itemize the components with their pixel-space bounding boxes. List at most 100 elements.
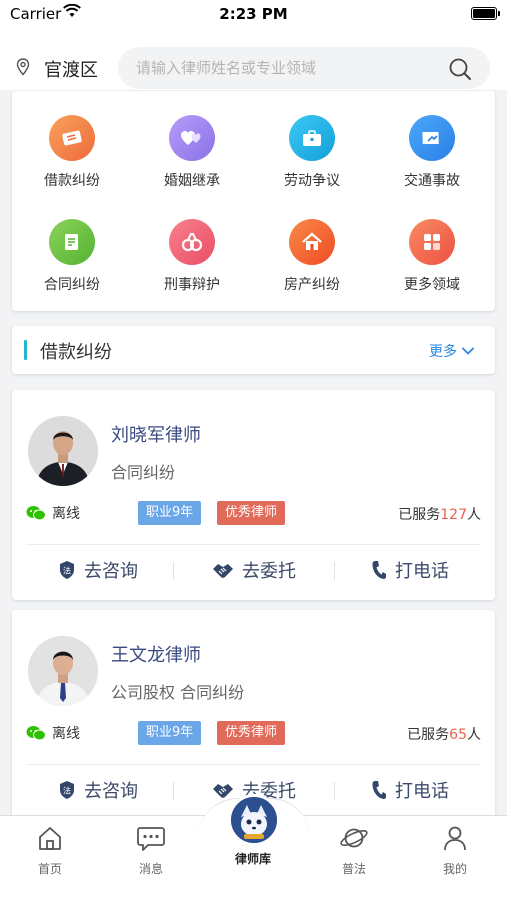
category-labor[interactable]: 劳动争议 bbox=[252, 115, 372, 190]
phone-icon bbox=[372, 781, 386, 799]
category-contract[interactable]: 合同纠纷 bbox=[12, 219, 132, 294]
served-number: 65 bbox=[449, 727, 467, 743]
section-accent-bar bbox=[24, 340, 27, 360]
served-count: 已服务65人 bbox=[407, 724, 481, 744]
avatar bbox=[28, 416, 98, 486]
call-button[interactable]: 打电话 bbox=[330, 770, 490, 810]
search-icon[interactable] bbox=[448, 57, 472, 81]
section-header: 借款纠纷 更多 bbox=[12, 326, 495, 374]
handcuffs-icon bbox=[169, 219, 215, 265]
lawyer-name[interactable]: 王文龙律师 bbox=[111, 641, 201, 667]
section-title: 借款纠纷 bbox=[40, 342, 112, 363]
district-selector[interactable]: 官渡区 bbox=[44, 56, 98, 82]
category-label: 房产纠纷 bbox=[284, 277, 340, 293]
category-marriage[interactable]: 婚姻继承 bbox=[132, 115, 252, 190]
bottom-tab-bar: 首页 消息 律师库 普法 我的 bbox=[0, 794, 507, 900]
status-label: 离线 bbox=[52, 726, 80, 742]
tab-home[interactable]: 首页 bbox=[0, 824, 100, 877]
call-label: 打电话 bbox=[395, 781, 449, 802]
wechat-icon bbox=[26, 506, 46, 521]
divider bbox=[26, 764, 481, 765]
served-prefix: 已服务 bbox=[398, 507, 441, 523]
entrust-button[interactable]: 去委托 bbox=[174, 550, 334, 590]
search-input[interactable] bbox=[136, 47, 436, 89]
loan-ticket-icon bbox=[49, 115, 95, 161]
category-property[interactable]: 房产纠纷 bbox=[252, 219, 372, 294]
category-more[interactable]: 更多领域 bbox=[372, 219, 492, 294]
online-status: 离线 bbox=[26, 503, 80, 523]
tab-law-education[interactable]: 普法 bbox=[304, 824, 404, 877]
shield-law-icon: 法 bbox=[60, 561, 74, 579]
tab-messages[interactable]: 消息 bbox=[101, 824, 201, 877]
consult-button[interactable]: 法 去咨询 bbox=[18, 550, 178, 590]
lawyer-card[interactable]: 刘晓军律师 合同纠纷 离线 职业9年 优秀律师 已服务127人 法 去咨询 去委… bbox=[12, 390, 495, 600]
served-suffix: 人 bbox=[467, 507, 481, 523]
call-label: 打电话 bbox=[395, 561, 449, 582]
avatar bbox=[28, 636, 98, 706]
category-grid: 借款纠纷 婚姻继承 劳动争议 交通事故 合同纠纷 刑事辩护 房产纠纷 更多领域 bbox=[12, 91, 495, 311]
category-loan[interactable]: 借款纠纷 bbox=[12, 115, 132, 190]
handshake-icon bbox=[213, 784, 233, 798]
briefcase-icon bbox=[289, 115, 335, 161]
status-bar: Carrier 2:23 PM bbox=[0, 0, 507, 30]
grid-more-icon bbox=[409, 219, 455, 265]
consult-button[interactable]: 法 去咨询 bbox=[18, 770, 178, 810]
house-icon bbox=[289, 219, 335, 265]
experience-badge: 职业9年 bbox=[138, 721, 202, 745]
excellent-lawyer-badge: 优秀律师 bbox=[217, 721, 286, 745]
marriage-hearts-icon bbox=[169, 115, 215, 161]
entrust-label: 去委托 bbox=[242, 561, 296, 582]
category-label: 刑事辩护 bbox=[164, 277, 220, 293]
svg-text:法: 法 bbox=[63, 786, 71, 796]
tab-label: 律师库 bbox=[234, 852, 271, 866]
more-link[interactable]: 更多 bbox=[429, 341, 475, 361]
clock: 2:23 PM bbox=[219, 5, 288, 23]
lawyer-card[interactable]: 王文龙律师 公司股权 合同纠纷 离线 职业9年 优秀律师 已服务65人 法 去咨… bbox=[12, 610, 495, 820]
category-label: 借款纠纷 bbox=[44, 173, 100, 189]
profile-icon bbox=[444, 826, 466, 851]
call-button[interactable]: 打电话 bbox=[330, 550, 490, 590]
more-label: 更多 bbox=[429, 344, 457, 360]
tab-label: 我的 bbox=[442, 862, 467, 876]
category-criminal[interactable]: 刑事辩护 bbox=[132, 219, 252, 294]
online-status: 离线 bbox=[26, 723, 80, 743]
lawyer-specialty: 合同纠纷 bbox=[111, 463, 176, 482]
handshake-icon bbox=[213, 564, 233, 578]
tab-label: 消息 bbox=[138, 862, 163, 876]
search-bar[interactable] bbox=[118, 47, 490, 89]
message-icon bbox=[137, 827, 165, 851]
served-prefix: 已服务 bbox=[407, 727, 450, 743]
category-label: 交通事故 bbox=[404, 173, 460, 189]
phone-icon bbox=[372, 561, 386, 579]
category-label: 更多领域 bbox=[404, 277, 460, 293]
tab-lawyer-library[interactable]: 律师库 bbox=[203, 846, 303, 867]
category-label: 劳动争议 bbox=[284, 173, 340, 189]
location-pin-icon[interactable] bbox=[16, 58, 30, 76]
tab-label: 首页 bbox=[37, 862, 62, 876]
experience-badge: 职业9年 bbox=[138, 501, 202, 525]
served-number: 127 bbox=[440, 507, 467, 523]
consult-label: 去咨询 bbox=[84, 561, 138, 582]
tab-profile[interactable]: 我的 bbox=[405, 824, 505, 877]
category-label: 合同纠纷 bbox=[44, 277, 100, 293]
action-row: 法 去咨询 去委托 打电话 bbox=[12, 550, 495, 590]
car-accident-icon bbox=[409, 115, 455, 161]
served-count: 已服务127人 bbox=[398, 504, 481, 524]
category-label: 婚姻继承 bbox=[164, 173, 220, 189]
lawyer-name[interactable]: 刘晓军律师 bbox=[111, 421, 201, 447]
category-traffic[interactable]: 交通事故 bbox=[372, 115, 492, 190]
lawyer-library-icon[interactable] bbox=[228, 794, 280, 846]
divider bbox=[26, 544, 481, 545]
top-bar: 官渡区 bbox=[0, 30, 507, 90]
tab-label: 普法 bbox=[341, 862, 366, 876]
excellent-lawyer-badge: 优秀律师 bbox=[217, 501, 286, 525]
wechat-icon bbox=[26, 726, 46, 741]
svg-text:法: 法 bbox=[63, 566, 71, 576]
home-icon bbox=[39, 827, 61, 850]
lawyer-specialty: 公司股权 合同纠纷 bbox=[111, 683, 245, 702]
served-suffix: 人 bbox=[467, 727, 481, 743]
battery-icon bbox=[471, 7, 500, 20]
planet-icon bbox=[340, 828, 368, 848]
contract-icon bbox=[49, 219, 95, 265]
status-label: 离线 bbox=[52, 506, 80, 522]
